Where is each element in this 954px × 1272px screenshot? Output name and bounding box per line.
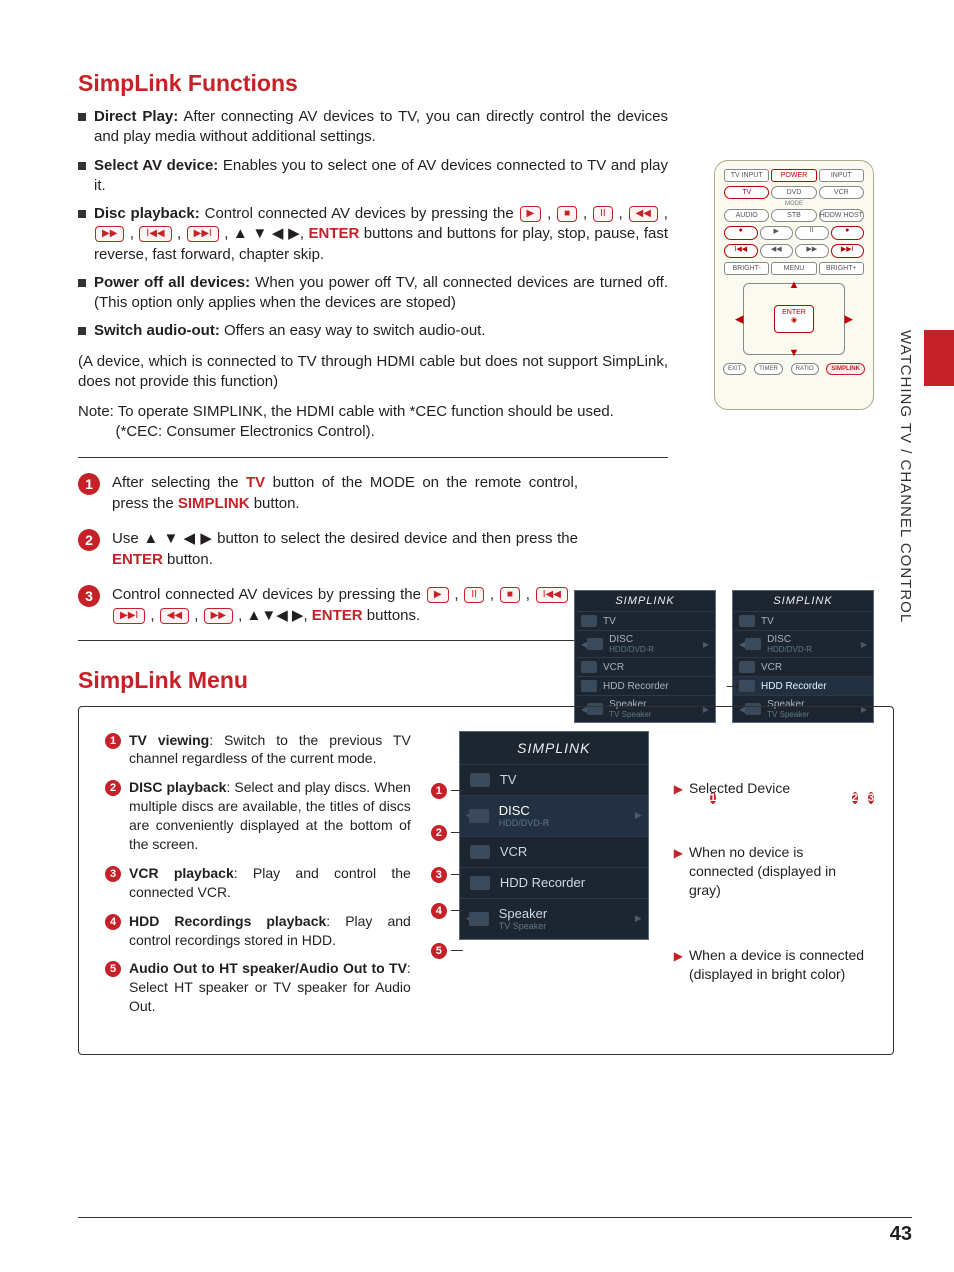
- section-title-functions: SimpLink Functions: [78, 70, 894, 97]
- remote-btn: INPUT: [819, 169, 864, 182]
- menu-box: 1TV viewing: Switch to the previous TV c…: [78, 706, 894, 1055]
- triangle-icon: ▶: [674, 781, 683, 798]
- bullet-text: Direct Play: After connecting AV devices…: [94, 107, 668, 148]
- mini-screen-2: SIMPLINK TV ◀DISCHDD/DVD-R▶ VCR HDD Reco…: [732, 590, 874, 723]
- callout-num: 5: [105, 961, 121, 977]
- stop-icon: ■: [557, 206, 577, 222]
- tv-icon: [581, 615, 597, 627]
- bullet-icon: [78, 210, 86, 218]
- step-number: 3: [78, 585, 100, 607]
- remote-enter: ENTER◉: [774, 305, 814, 333]
- callout-num: 2: [105, 780, 121, 796]
- legend-text: Selected Device: [689, 779, 790, 798]
- disc-icon: [745, 638, 761, 650]
- next-icon: ▶▶I: [187, 226, 219, 242]
- bullet-icon: [78, 113, 86, 121]
- steps-list: 1 After selecting the TV button of the M…: [78, 472, 578, 626]
- hdd-icon: [470, 876, 490, 890]
- remote-btn: BRIGHT+: [819, 262, 864, 275]
- remote-btn: ◀◀: [760, 244, 794, 258]
- remote-dpad: ▲▼◀▶ ENTER◉: [729, 279, 859, 359]
- remote-btn: AUDIO: [724, 209, 769, 222]
- vcr-icon: [581, 661, 597, 673]
- menu-screen-wrap: 1 2 3 4 5 SIMPLINK TV ◀DISCHDD/DVD-R▶ VC…: [431, 731, 658, 1030]
- footer-rule: [78, 1217, 912, 1218]
- legend-text: When no device is connected (displayed i…: [689, 843, 871, 900]
- prev-icon: I◀◀: [139, 226, 171, 242]
- bullet-text: Select AV device: Enables you to select …: [94, 156, 668, 197]
- big-screen: SIMPLINK TV ◀DISCHDD/DVD-R▶ VCR HDD Reco…: [459, 731, 649, 940]
- bullet-text: Disc playback: Control connected AV devi…: [94, 204, 668, 265]
- remote-btn: TV: [724, 186, 769, 199]
- divider: [78, 457, 668, 458]
- stop-icon: ■: [500, 587, 520, 603]
- remote-btn: ▶▶: [795, 244, 829, 258]
- bullet-text: Switch audio-out: Offers an easy way to …: [94, 321, 668, 341]
- remote-btn: STB: [771, 209, 816, 222]
- hdd-icon: [581, 680, 597, 692]
- ff-icon: ▶▶: [95, 226, 124, 242]
- pause-icon: II: [464, 587, 484, 603]
- menu-item-list: 1TV viewing: Switch to the previous TV c…: [105, 731, 411, 1030]
- arrow-icons: ▲ ▼ ◀ ▶: [233, 225, 300, 242]
- bullet-icon: [78, 327, 86, 335]
- bullet-text: Power off all devices: When you power of…: [94, 273, 668, 314]
- tv-icon: [470, 773, 490, 787]
- mini-screen-1: SIMPLINK TV ◀DISCHDD/DVD-R▶ VCR HDD Reco…: [574, 590, 716, 723]
- pause-icon: II: [593, 206, 613, 222]
- next-icon: ▶▶I: [113, 608, 145, 624]
- page-number: 43: [890, 1223, 912, 1246]
- remote-btn: I◀◀: [724, 244, 758, 258]
- menu-legend: ▶Selected Device ▶When no device is conn…: [674, 731, 871, 1030]
- disc-icon: [469, 809, 489, 823]
- remote-btn: POWER: [771, 169, 816, 182]
- remote-btn: DVD: [771, 186, 816, 199]
- speaker-icon: [469, 912, 489, 926]
- triangle-icon: ▶: [674, 948, 683, 984]
- note-hdmi: (A device, which is connected to TV thro…: [78, 352, 668, 393]
- remote-btn: BRIGHT-: [724, 262, 769, 275]
- play-icon: ▶: [427, 587, 449, 603]
- rew-icon: ◀◀: [160, 608, 189, 624]
- bullet-list: Direct Play: After connecting AV devices…: [78, 107, 668, 342]
- step-text: After selecting the TV button of the MOD…: [112, 472, 578, 514]
- mini-screens: SIMPLINK TV ◀DISCHDD/DVD-R▶ VCR HDD Reco…: [574, 590, 874, 723]
- bullet-icon: [78, 279, 86, 287]
- arrow-right-icon: →: [722, 670, 744, 696]
- remote-pill-simplink: SIMPLINK: [826, 363, 865, 375]
- remote-btn: HDDW HOST: [819, 209, 864, 222]
- ff-icon: ▶▶: [204, 608, 233, 624]
- remote-pill: EXIT: [723, 363, 746, 375]
- step-number: 2: [78, 529, 100, 551]
- disc-icon: [587, 638, 603, 650]
- remote-pill: TIMER: [754, 363, 783, 375]
- remote-btn: ●: [724, 226, 758, 240]
- remote-btn: ▶▶I: [831, 244, 865, 258]
- remote-btn: II: [795, 226, 829, 240]
- rew-icon: ◀◀: [629, 206, 658, 222]
- remote-illustration: TV INPUT POWER INPUT TV DVD VCR MODE AUD…: [714, 160, 874, 410]
- prev-icon: I◀◀: [536, 587, 568, 603]
- remote-btn: ▶: [760, 226, 794, 240]
- remote-btn: TV INPUT: [724, 169, 769, 182]
- triangle-icon: ▶: [674, 845, 683, 900]
- step-number: 1: [78, 473, 100, 495]
- note-cec: Note: To operate SIMPLINK, the HDMI cabl…: [78, 402, 668, 443]
- step-text: Control connected AV devices by pressing…: [112, 584, 578, 626]
- legend-text: When a device is connected (displayed in…: [689, 946, 871, 984]
- callout-num: 4: [105, 914, 121, 930]
- callout-num: 1: [105, 733, 121, 749]
- vcr-icon: [470, 845, 490, 859]
- step-text: Use ▲ ▼ ◀ ▶ button to select the desired…: [112, 528, 578, 570]
- remote-btn: MENU: [771, 262, 816, 275]
- callout-num: 3: [105, 866, 121, 882]
- remote-btn: ●: [831, 226, 865, 240]
- bullet-icon: [78, 162, 86, 170]
- tv-icon: [739, 615, 755, 627]
- remote-pill: RATIO: [791, 363, 819, 375]
- remote-btn: VCR: [819, 186, 864, 199]
- remote-mode-label: MODE: [723, 201, 865, 207]
- play-icon: ▶: [520, 206, 542, 222]
- arrow-icons: ▲▼◀ ▶: [247, 607, 304, 624]
